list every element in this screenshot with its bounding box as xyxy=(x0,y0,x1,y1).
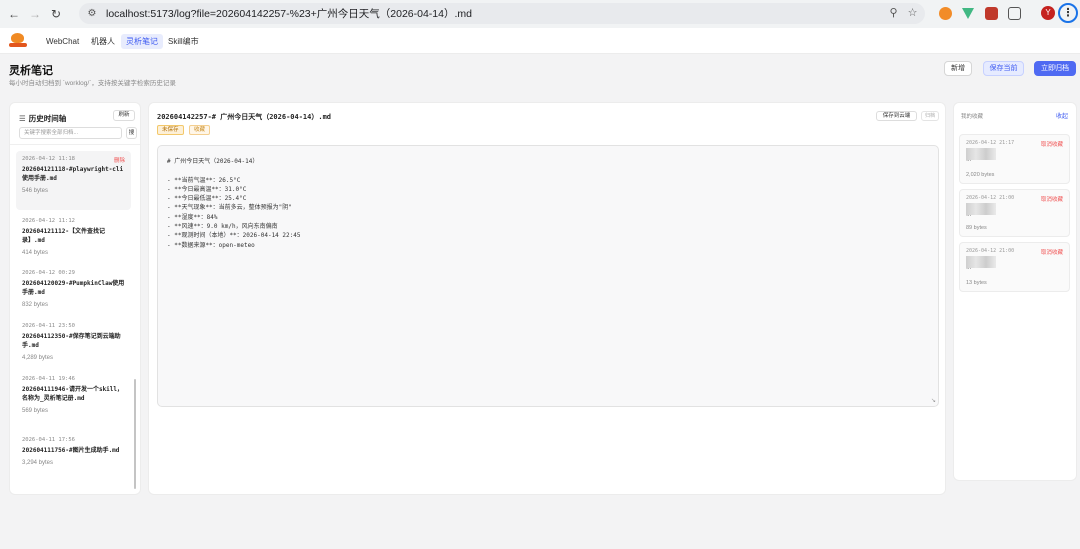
extensions-puzzle-icon[interactable] xyxy=(1008,7,1021,20)
editor-file-title: 202604142257-# 广州今日天气（2026-04-14）.md xyxy=(157,113,332,121)
history-item-size: 4,289 bytes xyxy=(22,355,54,361)
history-search-button[interactable]: 搜 xyxy=(126,127,137,139)
profile-avatar[interactable]: Y xyxy=(1041,6,1055,20)
nav-robot[interactable]: 机器人 xyxy=(86,34,120,49)
favorites-title: 我的收藏 xyxy=(961,114,984,120)
favorite-date: 2026-04-12 21:17 xyxy=(966,140,1015,146)
address-bar[interactable]: ⚙ localhost:5173/log?file=202604142257-%… xyxy=(79,3,925,24)
favorites-panel: 我的收藏 收起 2026-04-12 21:17 取消收藏 … 2,020 by… xyxy=(953,102,1077,481)
extension-vue-icon[interactable] xyxy=(962,8,974,19)
nav-webchat[interactable]: WebChat xyxy=(41,34,84,49)
history-item-name: 202604112350-#保存笔记到云端助手.md xyxy=(22,333,121,349)
history-item-date: 2026-04-12 11:12 xyxy=(22,218,75,224)
archive-button[interactable]: 归档 xyxy=(921,111,939,121)
editor-line: - **观测时间（本地）**：2026-04-14 22:45 xyxy=(167,232,301,240)
editor-line: - **今日最低温**：25.4°C xyxy=(167,195,247,203)
editor-line: - **湿度**：84% xyxy=(167,213,218,221)
menu-icon: ☰ xyxy=(19,114,26,123)
page-subtitle: 每小时自动归档到 `worklog/`，支持按关键字检索历史记录 xyxy=(9,80,176,87)
history-item-name: 202604121118-#playwright-cli 使用手册.md xyxy=(22,166,124,182)
new-button[interactable]: 新增 xyxy=(944,61,972,76)
nav-skill-market[interactable]: Skill编市 xyxy=(163,34,204,49)
history-panel: ☰ 历史时间轴 刷新 关键字搜索全部归档... 搜 2026-04-12 11:1… xyxy=(9,102,141,495)
history-item-size: 3,294 bytes xyxy=(22,460,54,466)
history-item-name: 202604111946-请开发一个skill，名称为_灵析笔记册.md xyxy=(22,386,124,402)
history-item[interactable]: 2026-04-12 11:12 202604121112-【文件查找记录】.m… xyxy=(16,213,131,261)
forward-icon[interactable]: → xyxy=(28,7,42,21)
history-item-date: 2026-04-11 19:46 xyxy=(22,376,75,382)
divider xyxy=(10,144,140,145)
editor-line: - **当前气温**：26.5°C xyxy=(167,176,241,184)
history-item[interactable]: 2026-04-11 19:46 202604111946-请开发一个skill… xyxy=(16,371,131,419)
bookmark-star-icon[interactable]: ☆ xyxy=(906,7,919,20)
browser-menu-icon[interactable]: ⋮ xyxy=(1058,3,1078,23)
back-icon[interactable]: ← xyxy=(7,7,21,21)
app-logo xyxy=(9,33,27,48)
cancel-favorite-button[interactable]: 取消收藏 xyxy=(1041,140,1063,148)
history-title: ☰ 历史时间轴 xyxy=(19,114,67,123)
unsaved-badge: 未保存 xyxy=(157,125,184,135)
page-title: 灵析笔记 xyxy=(9,65,53,77)
history-item-size: 832 bytes xyxy=(22,302,49,308)
editor-panel: 202604142257-# 广州今日天气（2026-04-14）.md 未保存… xyxy=(148,102,946,495)
favorite-date: 2026-04-12 21:00 xyxy=(966,195,1015,201)
note-editor[interactable]: # 广州今日天气（2026-04-14） - **当前气温**：26.5°C -… xyxy=(157,145,939,407)
history-item-size: 569 bytes xyxy=(22,408,49,414)
history-item-date: 2026-04-11 17:56 xyxy=(22,437,75,443)
favorite-card[interactable]: 2026-04-12 21:00 取消收藏 … 13 bytes xyxy=(959,242,1070,292)
extension-orange-icon[interactable] xyxy=(939,7,952,20)
favorite-size: 89 bytes xyxy=(966,225,987,231)
history-item[interactable]: 2026-04-11 17:56 202604111756-#图片生成助手.md… xyxy=(16,432,131,471)
favorite-card[interactable]: 2026-04-12 21:00 取消收藏 … 89 bytes xyxy=(959,189,1070,237)
favorite-title: … xyxy=(966,157,972,163)
save-to-cloud-button[interactable]: 保存到云端 xyxy=(876,111,917,121)
editor-line: - **数据来源**：open-meteo xyxy=(167,241,255,249)
history-item[interactable]: 2026-04-12 11:18 202604121118-#playwrigh… xyxy=(16,151,131,210)
zoom-icon[interactable]: ⚲ xyxy=(887,7,900,20)
archive-now-button[interactable]: 立即归档 xyxy=(1034,61,1076,76)
editor-line: - **今日最高温**：31.0°C xyxy=(167,185,247,193)
history-item-name: 202604111756-#图片生成助手.md xyxy=(22,447,120,454)
cancel-favorite-button[interactable]: 取消收藏 xyxy=(1041,248,1063,256)
history-item-date: 2026-04-12 11:18 xyxy=(22,156,75,162)
address-bar-url[interactable]: localhost:5173/log?file=202604142257-%23… xyxy=(106,6,472,21)
favorite-card[interactable]: 2026-04-12 21:17 取消收藏 … 2,020 bytes xyxy=(959,134,1070,184)
history-item-name: 202604121112-【文件查找记录】.md xyxy=(22,228,105,244)
history-item-size: 546 bytes xyxy=(22,188,49,194)
favorite-size: 13 bytes xyxy=(966,280,987,286)
favorite-title: … xyxy=(966,212,972,218)
reload-icon[interactable]: ↻ xyxy=(49,7,63,21)
history-item-delete[interactable]: 删除 xyxy=(114,156,125,164)
editor-line: # 广州今日天气（2026-04-14） xyxy=(167,158,259,165)
history-item[interactable]: 2026-04-11 23:50 202604112350-#保存笔记到云端助手… xyxy=(16,318,131,366)
nav-notes[interactable]: 灵析笔记 xyxy=(121,34,163,49)
history-item-date: 2026-04-12 00:29 xyxy=(22,270,75,276)
history-item-name: 202604120029-#PumpkinClaw使用手册.md xyxy=(22,280,125,296)
site-info-icon[interactable]: ⚙ xyxy=(86,8,98,20)
refresh-button[interactable]: 刷新 xyxy=(113,110,135,121)
history-item[interactable]: 2026-04-12 00:29 202604120029-#PumpkinCl… xyxy=(16,265,131,313)
editor-line: - **天气现象**：当前多云，整体预报为"阴" xyxy=(167,204,292,212)
editor-line: - **风速**：9.0 km/h，风向东南偏南 xyxy=(167,223,278,231)
cancel-favorite-button[interactable]: 取消收藏 xyxy=(1041,195,1063,203)
save-current-button[interactable]: 保存当前 xyxy=(983,61,1024,76)
history-search-input[interactable]: 关键字搜索全部归档... xyxy=(19,127,122,139)
collapse-button[interactable]: 收起 xyxy=(1056,111,1068,120)
favorite-date: 2026-04-12 21:00 xyxy=(966,248,1015,254)
history-scrollbar[interactable] xyxy=(134,379,136,489)
favorite-button[interactable]: 收藏 xyxy=(189,125,211,135)
resize-handle-icon[interactable]: ↘ xyxy=(931,397,936,404)
favorite-title: … xyxy=(966,265,972,271)
browser-toolbar: ← → ↻ ⚙ localhost:5173/log?file=20260414… xyxy=(0,0,1080,28)
history-item-date: 2026-04-11 23:50 xyxy=(22,323,75,329)
app-nav: WebChat 机器人 灵析笔记 Skill编市 xyxy=(0,28,1080,54)
favorite-size: 2,020 bytes xyxy=(966,172,995,178)
extension-red-icon[interactable] xyxy=(985,7,998,20)
history-item-size: 414 bytes xyxy=(22,250,49,256)
